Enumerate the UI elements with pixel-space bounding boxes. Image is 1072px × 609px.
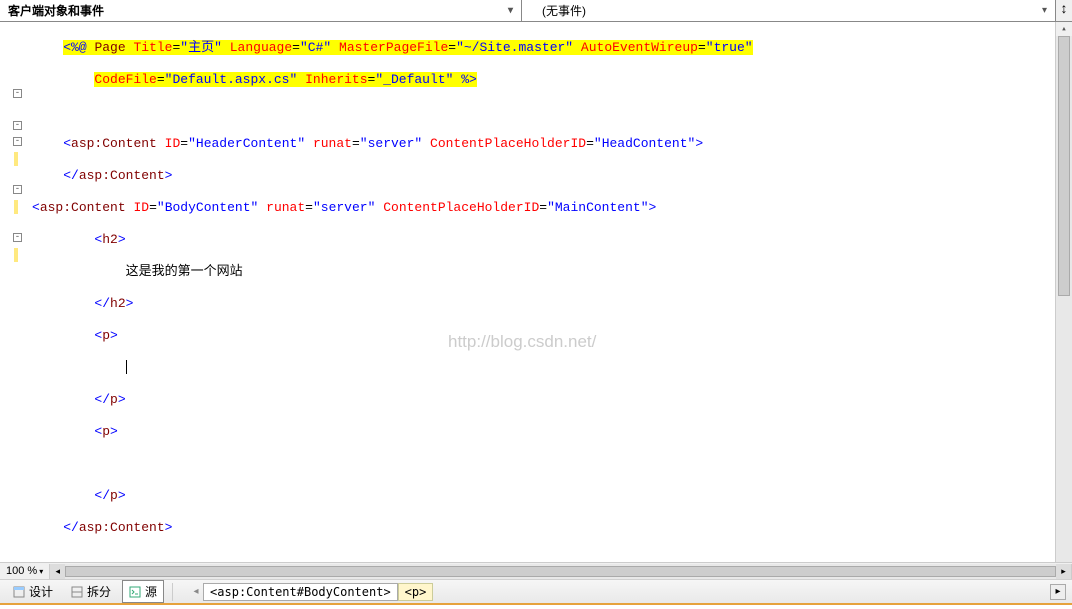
code-editor[interactable]: - - - - - <%@ Page Title="主页" Language="… xyxy=(0,22,1072,562)
scroll-thumb[interactable] xyxy=(65,566,1056,577)
change-marker xyxy=(14,248,18,262)
change-marker xyxy=(14,200,18,214)
design-label: 设计 xyxy=(29,583,53,600)
chevron-left-icon[interactable]: ◂ xyxy=(189,586,203,597)
chevron-down-icon: ▾ xyxy=(1042,5,1047,16)
fold-toggle[interactable]: - xyxy=(13,137,22,146)
editor-gutter: - - - - - xyxy=(0,22,28,562)
chevron-down-icon: ▾ xyxy=(508,5,513,16)
split-toggle-icon[interactable]: ↕ xyxy=(1056,0,1072,21)
breadcrumb-item[interactable]: <asp:Content#BodyContent> xyxy=(203,583,398,601)
chevron-right-icon[interactable]: ▸ xyxy=(1050,584,1066,600)
split-icon xyxy=(71,586,83,598)
scroll-thumb[interactable] xyxy=(1058,36,1070,296)
change-marker xyxy=(14,152,18,166)
split-label: 拆分 xyxy=(87,583,111,600)
scroll-up-icon[interactable]: ▴ xyxy=(1056,22,1072,36)
separator xyxy=(172,583,173,601)
events-label: (无事件) xyxy=(542,2,586,19)
object-event-bar: 客户端对象和事件 ▾ (无事件) ▾ ↕ xyxy=(0,0,1072,22)
watermark-text: http://blog.csdn.net/ xyxy=(448,334,596,350)
horizontal-scrollbar[interactable]: ◂ ▸ xyxy=(49,564,1072,579)
tag-breadcrumbs: ◂ <asp:Content#BodyContent> <p> ▸ xyxy=(189,583,1066,601)
vertical-scrollbar[interactable]: ▴ xyxy=(1055,22,1072,562)
events-dropdown[interactable]: (无事件) ▾ xyxy=(522,0,1056,21)
code-content[interactable]: <%@ Page Title="主页" Language="C#" Master… xyxy=(28,22,1055,562)
horizontal-scroll-row: 100 % ▾ ◂ ▸ xyxy=(0,562,1072,579)
breadcrumb-item-current[interactable]: <p> xyxy=(398,583,434,601)
fold-toggle[interactable]: - xyxy=(13,89,22,98)
fold-toggle[interactable]: - xyxy=(13,233,22,242)
client-objects-dropdown[interactable]: 客户端对象和事件 ▾ xyxy=(0,0,522,21)
fold-toggle[interactable]: - xyxy=(13,121,22,130)
scroll-right-icon[interactable]: ▸ xyxy=(1056,564,1071,579)
scroll-left-icon[interactable]: ◂ xyxy=(50,564,65,579)
text-cursor xyxy=(126,360,127,374)
client-objects-label: 客户端对象和事件 xyxy=(8,2,104,19)
fold-toggle[interactable]: - xyxy=(13,185,22,194)
source-icon xyxy=(129,586,141,598)
source-label: 源 xyxy=(145,583,157,600)
design-icon xyxy=(13,586,25,598)
